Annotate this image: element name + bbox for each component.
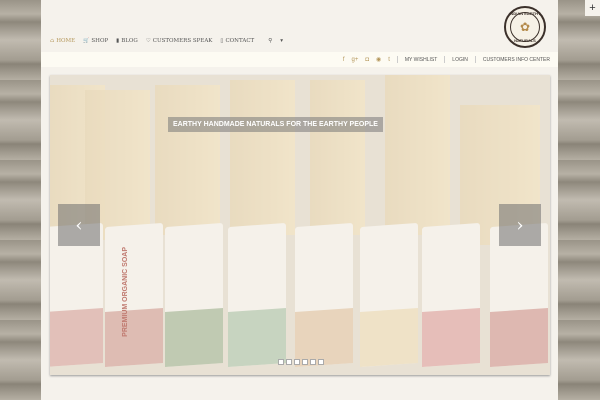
slide-dot[interactable] <box>310 359 316 365</box>
slide-dot[interactable] <box>318 359 324 365</box>
page-container: ⌂ HOME 🛒 SHOP ▮ BLOG ♡ CUSTOMERS SPEAK ▯ CONT… <box>41 0 558 400</box>
phone-icon: ▯ <box>220 38 224 44</box>
home-icon: ⌂ <box>50 38 55 44</box>
divider <box>396 56 398 63</box>
nav-customers-speak[interactable]: ♡ CUSTOMERS SPEAK <box>146 38 213 44</box>
next-slide-button[interactable]: › <box>499 204 541 246</box>
customers-info-center-link[interactable]: CUSTOMERS INFO CENTER <box>483 57 550 63</box>
divider <box>444 56 446 63</box>
slide-dot[interactable] <box>278 359 284 365</box>
cart-icon: 🛒 <box>83 38 90 44</box>
hero-slider: PREMIUM ORGANIC SOAP EARTHY HANDMADE NAT… <box>50 75 550 375</box>
instagram-icon[interactable]: ◘ <box>365 57 369 63</box>
search-icon[interactable]: ⚲ <box>268 38 272 44</box>
top-bar: f g+ ◘ ◉ t MY WISHLIST LOGIN CUSTOMERS I… <box>41 52 558 67</box>
slide-pagination <box>278 359 324 365</box>
slide-dot[interactable] <box>294 359 300 365</box>
pinterest-icon[interactable]: ◉ <box>376 56 381 63</box>
cart-icon[interactable]: ▾ <box>280 38 283 44</box>
nav-shop[interactable]: 🛒 SHOP <box>83 38 108 44</box>
slide-dot[interactable] <box>286 359 292 365</box>
slide-dot[interactable] <box>302 359 308 365</box>
logo[interactable]: INDIAN EARTHY ✿ NATURALS <box>504 6 546 48</box>
nav-blog[interactable]: ▮ BLOG <box>116 38 138 44</box>
prev-slide-button[interactable]: ‹ <box>58 204 100 246</box>
main-nav: ⌂ HOME 🛒 SHOP ▮ BLOG ♡ CUSTOMERS SPEAK ▯ CONT… <box>50 38 283 44</box>
expand-button[interactable]: + <box>585 0 600 16</box>
soap-wrapper-label: PREMIUM ORGANIC SOAP <box>122 247 129 337</box>
slide-caption: EARTHY HANDMADE NATURALS FOR THE EARTHY … <box>168 117 383 132</box>
nav-home[interactable]: ⌂ HOME <box>50 38 75 44</box>
divider <box>474 56 476 63</box>
heart-icon: ♡ <box>145 38 151 44</box>
book-icon: ▮ <box>116 38 120 44</box>
google-plus-icon[interactable]: g+ <box>351 57 358 63</box>
my-wishlist-link[interactable]: MY WISHLIST <box>405 57 437 63</box>
facebook-icon[interactable]: f <box>343 57 345 63</box>
twitter-icon[interactable]: t <box>388 57 390 63</box>
login-link[interactable]: LOGIN <box>452 57 468 63</box>
nav-contact[interactable]: ▯ CONTACT <box>220 38 254 44</box>
